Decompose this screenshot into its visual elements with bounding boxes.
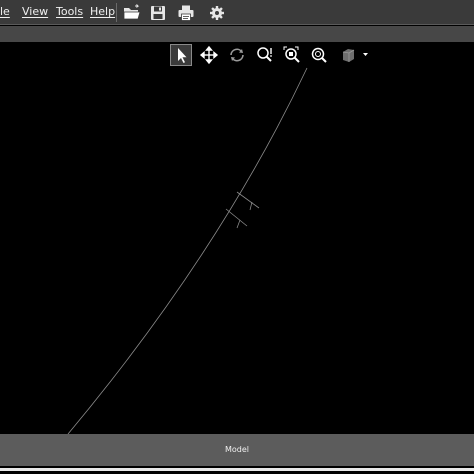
select-pointer-icon[interactable] (170, 44, 192, 66)
dropdown-arrow-icon[interactable] (360, 44, 372, 66)
rotate-icon[interactable] (226, 44, 248, 66)
menu-tools[interactable]: Tools (56, 5, 83, 18)
model-tab[interactable]: Model (0, 445, 474, 454)
status-bar: Model (0, 434, 474, 466)
menu-help[interactable]: Help (90, 5, 115, 18)
zoom-window-icon[interactable] (254, 44, 276, 66)
save-icon[interactable] (148, 3, 168, 23)
drawing-geometry (67, 67, 308, 434)
dimension-tick-stub-1 (249, 201, 253, 211)
toolbar-separator (116, 3, 117, 22)
dimension-tick-upper (236, 191, 260, 209)
dimension-tick-lower (225, 208, 248, 227)
pan-move-icon[interactable] (198, 44, 220, 66)
dimension-tick-stub-2 (236, 219, 241, 229)
drawing-canvas[interactable] (0, 42, 474, 434)
secondary-bar (0, 26, 474, 42)
settings-gear-icon[interactable] (207, 3, 227, 23)
open-folder-icon[interactable] (122, 3, 142, 23)
bottom-strip (0, 466, 474, 474)
arc-line (67, 67, 308, 434)
bottom-scroll-bar[interactable] (0, 468, 474, 471)
view-cube-icon[interactable] (338, 44, 360, 66)
menu-file[interactable]: le (0, 5, 10, 18)
zoom-icon[interactable] (308, 44, 330, 66)
menu-view[interactable]: View (22, 5, 48, 18)
print-icon[interactable] (176, 3, 196, 23)
menu-bar: le View Tools Help (0, 0, 474, 25)
zoom-extents-icon[interactable] (281, 44, 303, 66)
